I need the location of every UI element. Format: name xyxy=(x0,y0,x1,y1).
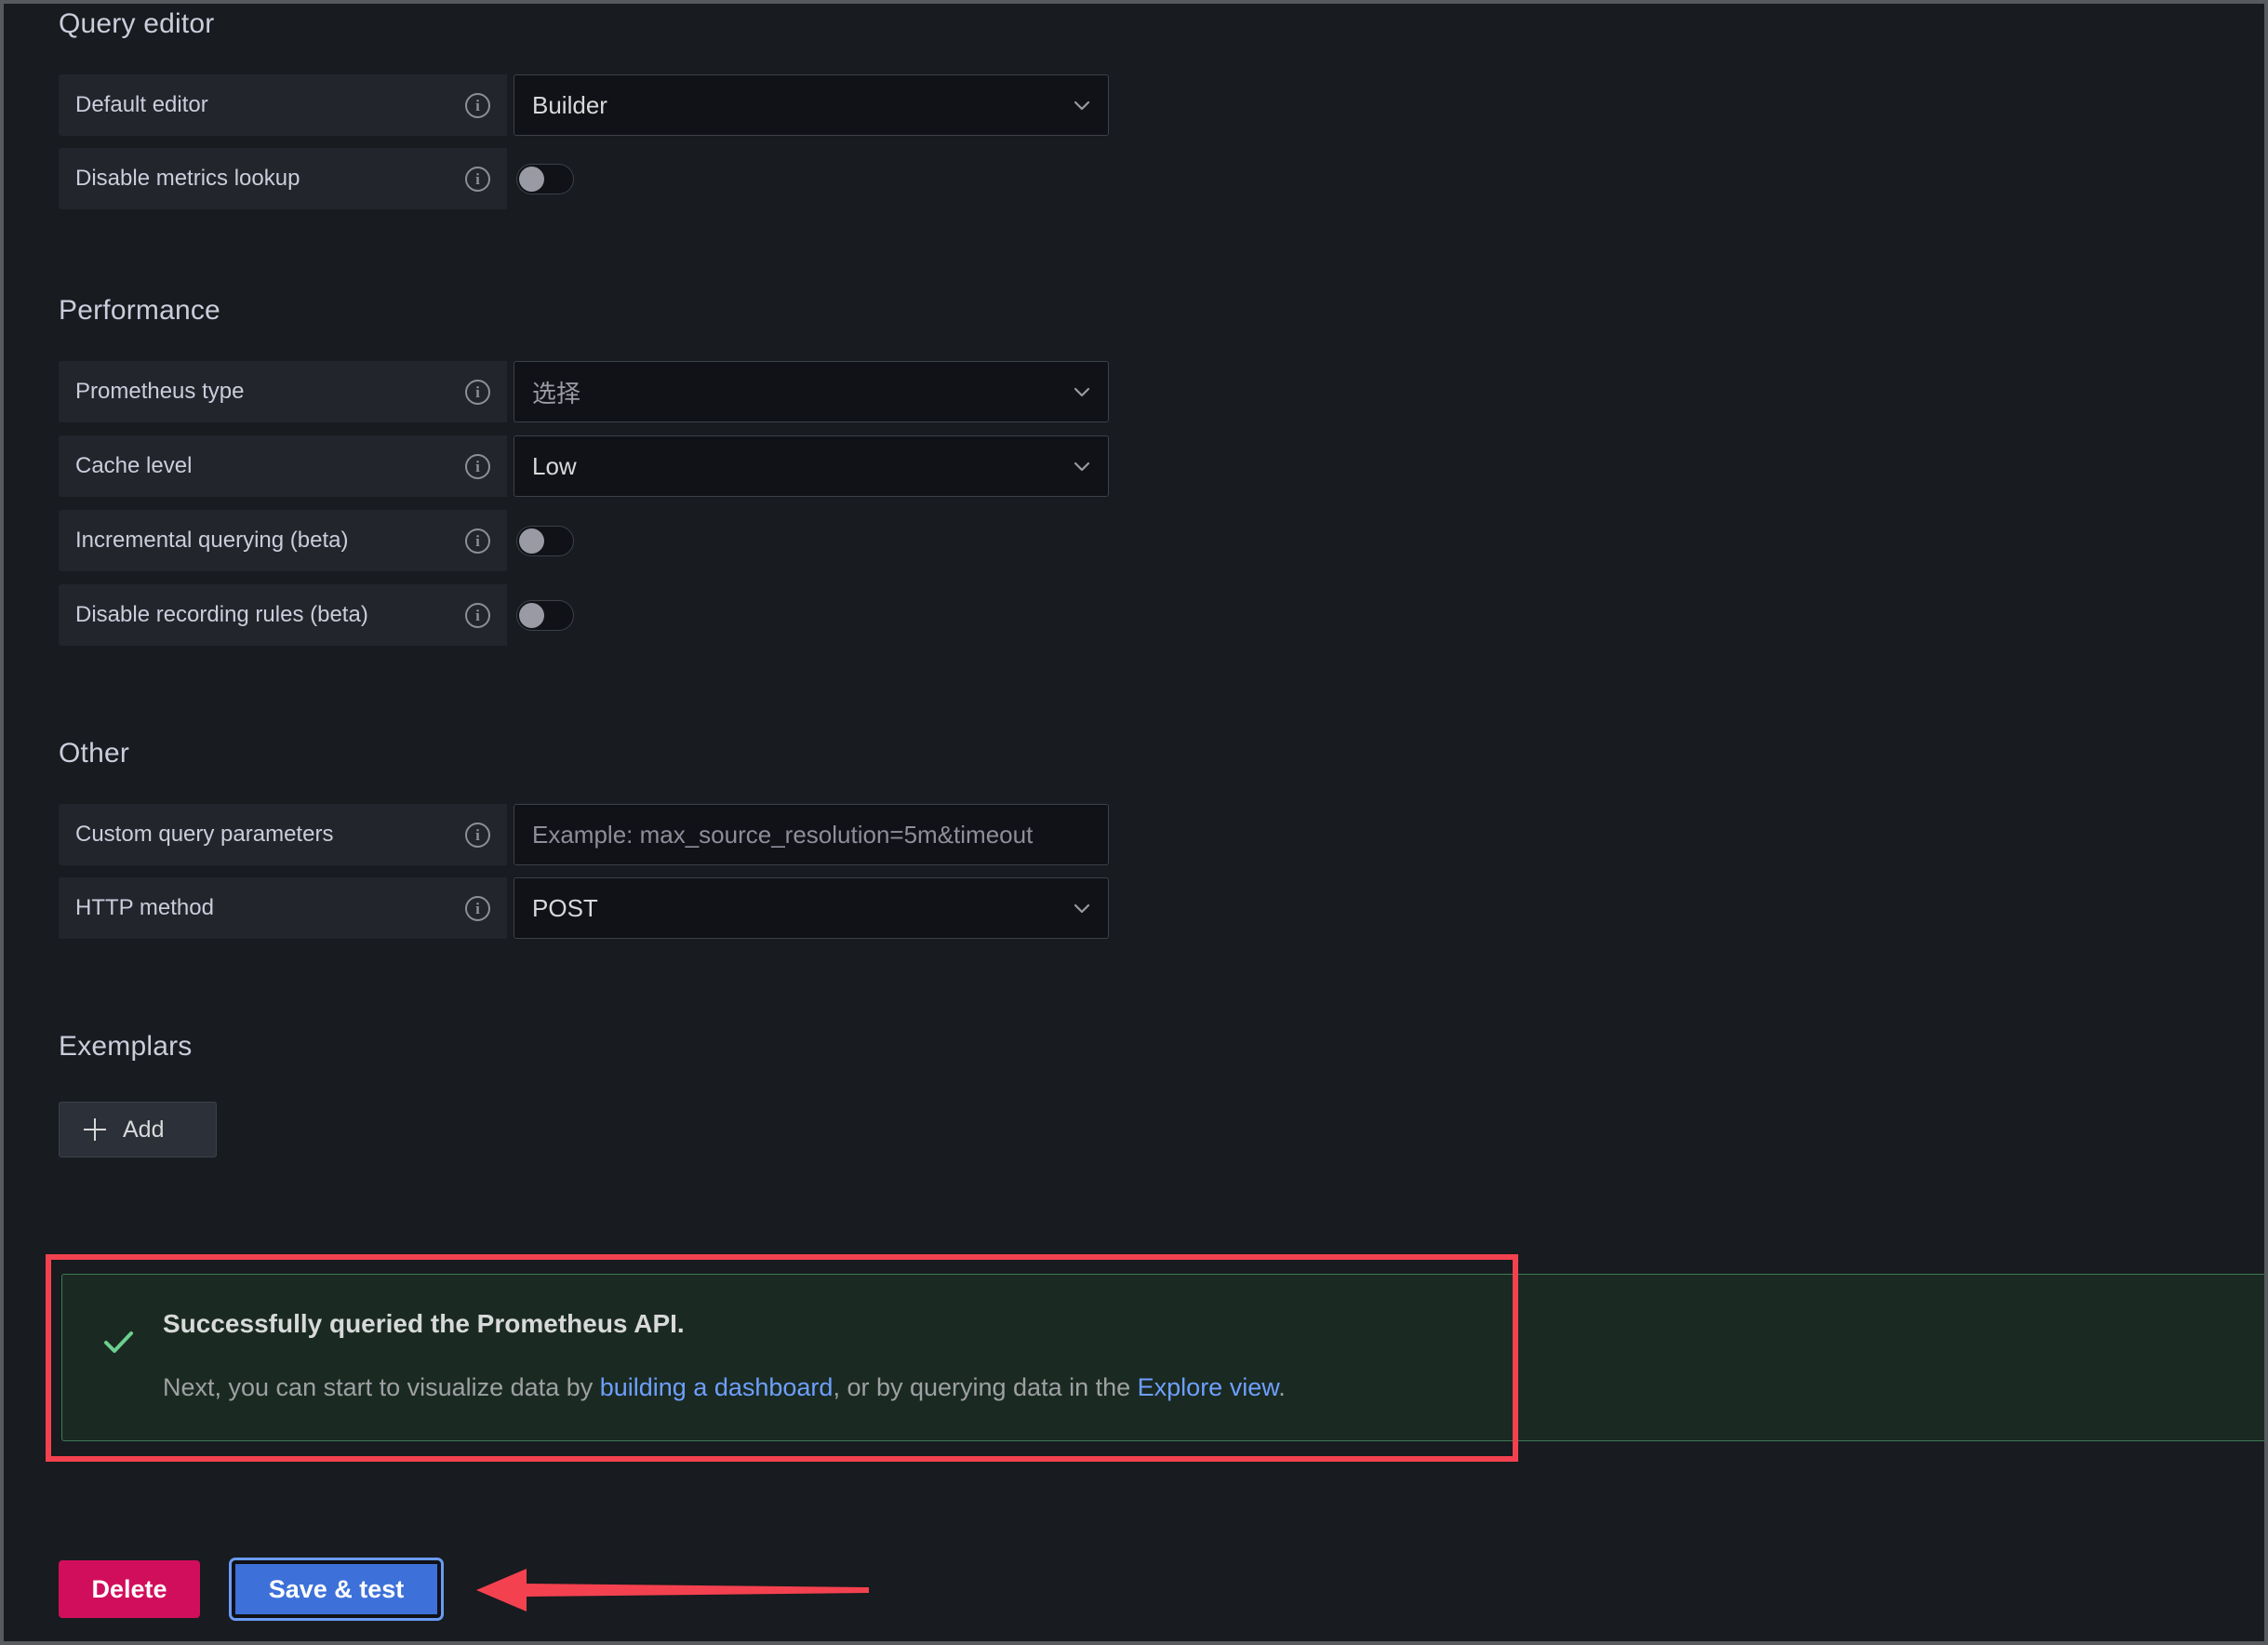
info-icon[interactable] xyxy=(465,453,490,479)
label-custom-query-parameters: Custom query parameters xyxy=(59,804,507,865)
delete-button-label: Delete xyxy=(91,1574,167,1603)
annotation-arrow-icon xyxy=(476,1569,869,1612)
field-row-incremental-querying: Incremental querying (beta) xyxy=(59,510,507,571)
info-icon[interactable] xyxy=(465,92,490,118)
add-exemplar-button[interactable]: Add xyxy=(59,1102,217,1157)
input-custom-query-parameters-wrapper[interactable]: Example: max_source_resolution=5m&timeou… xyxy=(514,804,1109,865)
label-http-method: HTTP method xyxy=(59,877,507,939)
field-row-prometheus-type: Prometheus type xyxy=(59,361,507,422)
field-row-custom-query-parameters: Custom query parameters xyxy=(59,804,507,865)
toggle-incremental-querying[interactable] xyxy=(516,526,574,556)
label-cache-level-text: Cache level xyxy=(75,453,193,478)
save-and-test-button[interactable]: Save & test xyxy=(229,1558,444,1621)
label-default-editor-text: Default editor xyxy=(75,92,208,117)
alert-body: Next, you can start to visualize data by… xyxy=(163,1373,1286,1402)
label-incremental-querying: Incremental querying (beta) xyxy=(59,510,507,571)
select-http-method[interactable]: POST xyxy=(514,877,1109,939)
field-row-http-method: HTTP method xyxy=(59,877,507,939)
alert-body-prefix: Next, you can start to visualize data by xyxy=(163,1373,600,1401)
add-exemplar-button-label: Add xyxy=(123,1116,165,1143)
alert-body-middle: , or by querying data in the xyxy=(833,1373,1138,1401)
plus-icon xyxy=(84,1118,106,1141)
toggle-knob xyxy=(519,603,544,628)
select-default-editor-value: Builder xyxy=(532,90,607,119)
field-row-disable-metrics-lookup: Disable metrics lookup xyxy=(59,148,507,209)
chevron-down-icon xyxy=(1071,381,1093,403)
select-default-editor[interactable]: Builder xyxy=(514,74,1109,136)
toggle-knob xyxy=(519,167,544,192)
toggle-disable-recording-rules[interactable] xyxy=(516,600,574,631)
settings-page: Query editor Default editor Builder Disa… xyxy=(4,4,2264,1641)
toggle-knob xyxy=(519,528,544,554)
link-explore-view[interactable]: Explore view xyxy=(1138,1373,1279,1401)
chevron-down-icon xyxy=(1071,455,1093,477)
label-disable-recording-rules-text: Disable recording rules (beta) xyxy=(75,602,368,627)
section-title-exemplars: Exemplars xyxy=(59,1031,193,1062)
field-row-default-editor: Default editor xyxy=(59,74,507,136)
check-icon xyxy=(100,1323,137,1360)
toggle-disable-metrics-lookup[interactable] xyxy=(516,164,574,194)
select-cache-level-value: Low xyxy=(532,451,577,480)
save-and-test-button-label: Save & test xyxy=(268,1574,405,1603)
custom-query-parameters-placeholder: Example: max_source_resolution=5m&timeou… xyxy=(532,820,1034,849)
label-incremental-querying-text: Incremental querying (beta) xyxy=(75,528,349,553)
field-row-disable-recording-rules: Disable recording rules (beta) xyxy=(59,584,507,646)
alert-title: Successfully queried the Prometheus API. xyxy=(163,1309,685,1338)
section-title-other: Other xyxy=(59,738,130,769)
app-window: Query editor Default editor Builder Disa… xyxy=(0,0,2268,1645)
label-prometheus-type-text: Prometheus type xyxy=(75,379,245,404)
section-title-query-editor: Query editor xyxy=(59,8,215,39)
info-icon[interactable] xyxy=(465,822,490,848)
delete-button[interactable]: Delete xyxy=(59,1560,200,1618)
label-prometheus-type: Prometheus type xyxy=(59,361,507,422)
section-title-performance: Performance xyxy=(59,295,220,326)
info-icon[interactable] xyxy=(465,379,490,405)
select-cache-level[interactable]: Low xyxy=(514,435,1109,497)
label-disable-metrics-lookup: Disable metrics lookup xyxy=(59,148,507,209)
info-icon[interactable] xyxy=(465,166,490,192)
info-icon[interactable] xyxy=(465,602,490,628)
select-prometheus-type[interactable]: 选择 xyxy=(514,361,1109,422)
info-icon[interactable] xyxy=(465,895,490,921)
info-icon[interactable] xyxy=(465,528,490,554)
select-http-method-value: POST xyxy=(532,893,598,922)
chevron-down-icon xyxy=(1071,94,1093,116)
label-default-editor: Default editor xyxy=(59,74,507,136)
label-custom-query-parameters-text: Custom query parameters xyxy=(75,822,334,847)
select-prometheus-type-value: 选择 xyxy=(532,379,581,408)
link-building-a-dashboard[interactable]: building a dashboard xyxy=(600,1373,834,1401)
label-cache-level: Cache level xyxy=(59,435,507,497)
chevron-down-icon xyxy=(1071,897,1093,919)
success-alert xyxy=(61,1274,2264,1441)
label-disable-recording-rules: Disable recording rules (beta) xyxy=(59,584,507,646)
field-row-cache-level: Cache level xyxy=(59,435,507,497)
alert-body-suffix: . xyxy=(1278,1373,1286,1401)
label-disable-metrics-lookup-text: Disable metrics lookup xyxy=(75,166,300,191)
label-http-method-text: HTTP method xyxy=(75,895,214,920)
